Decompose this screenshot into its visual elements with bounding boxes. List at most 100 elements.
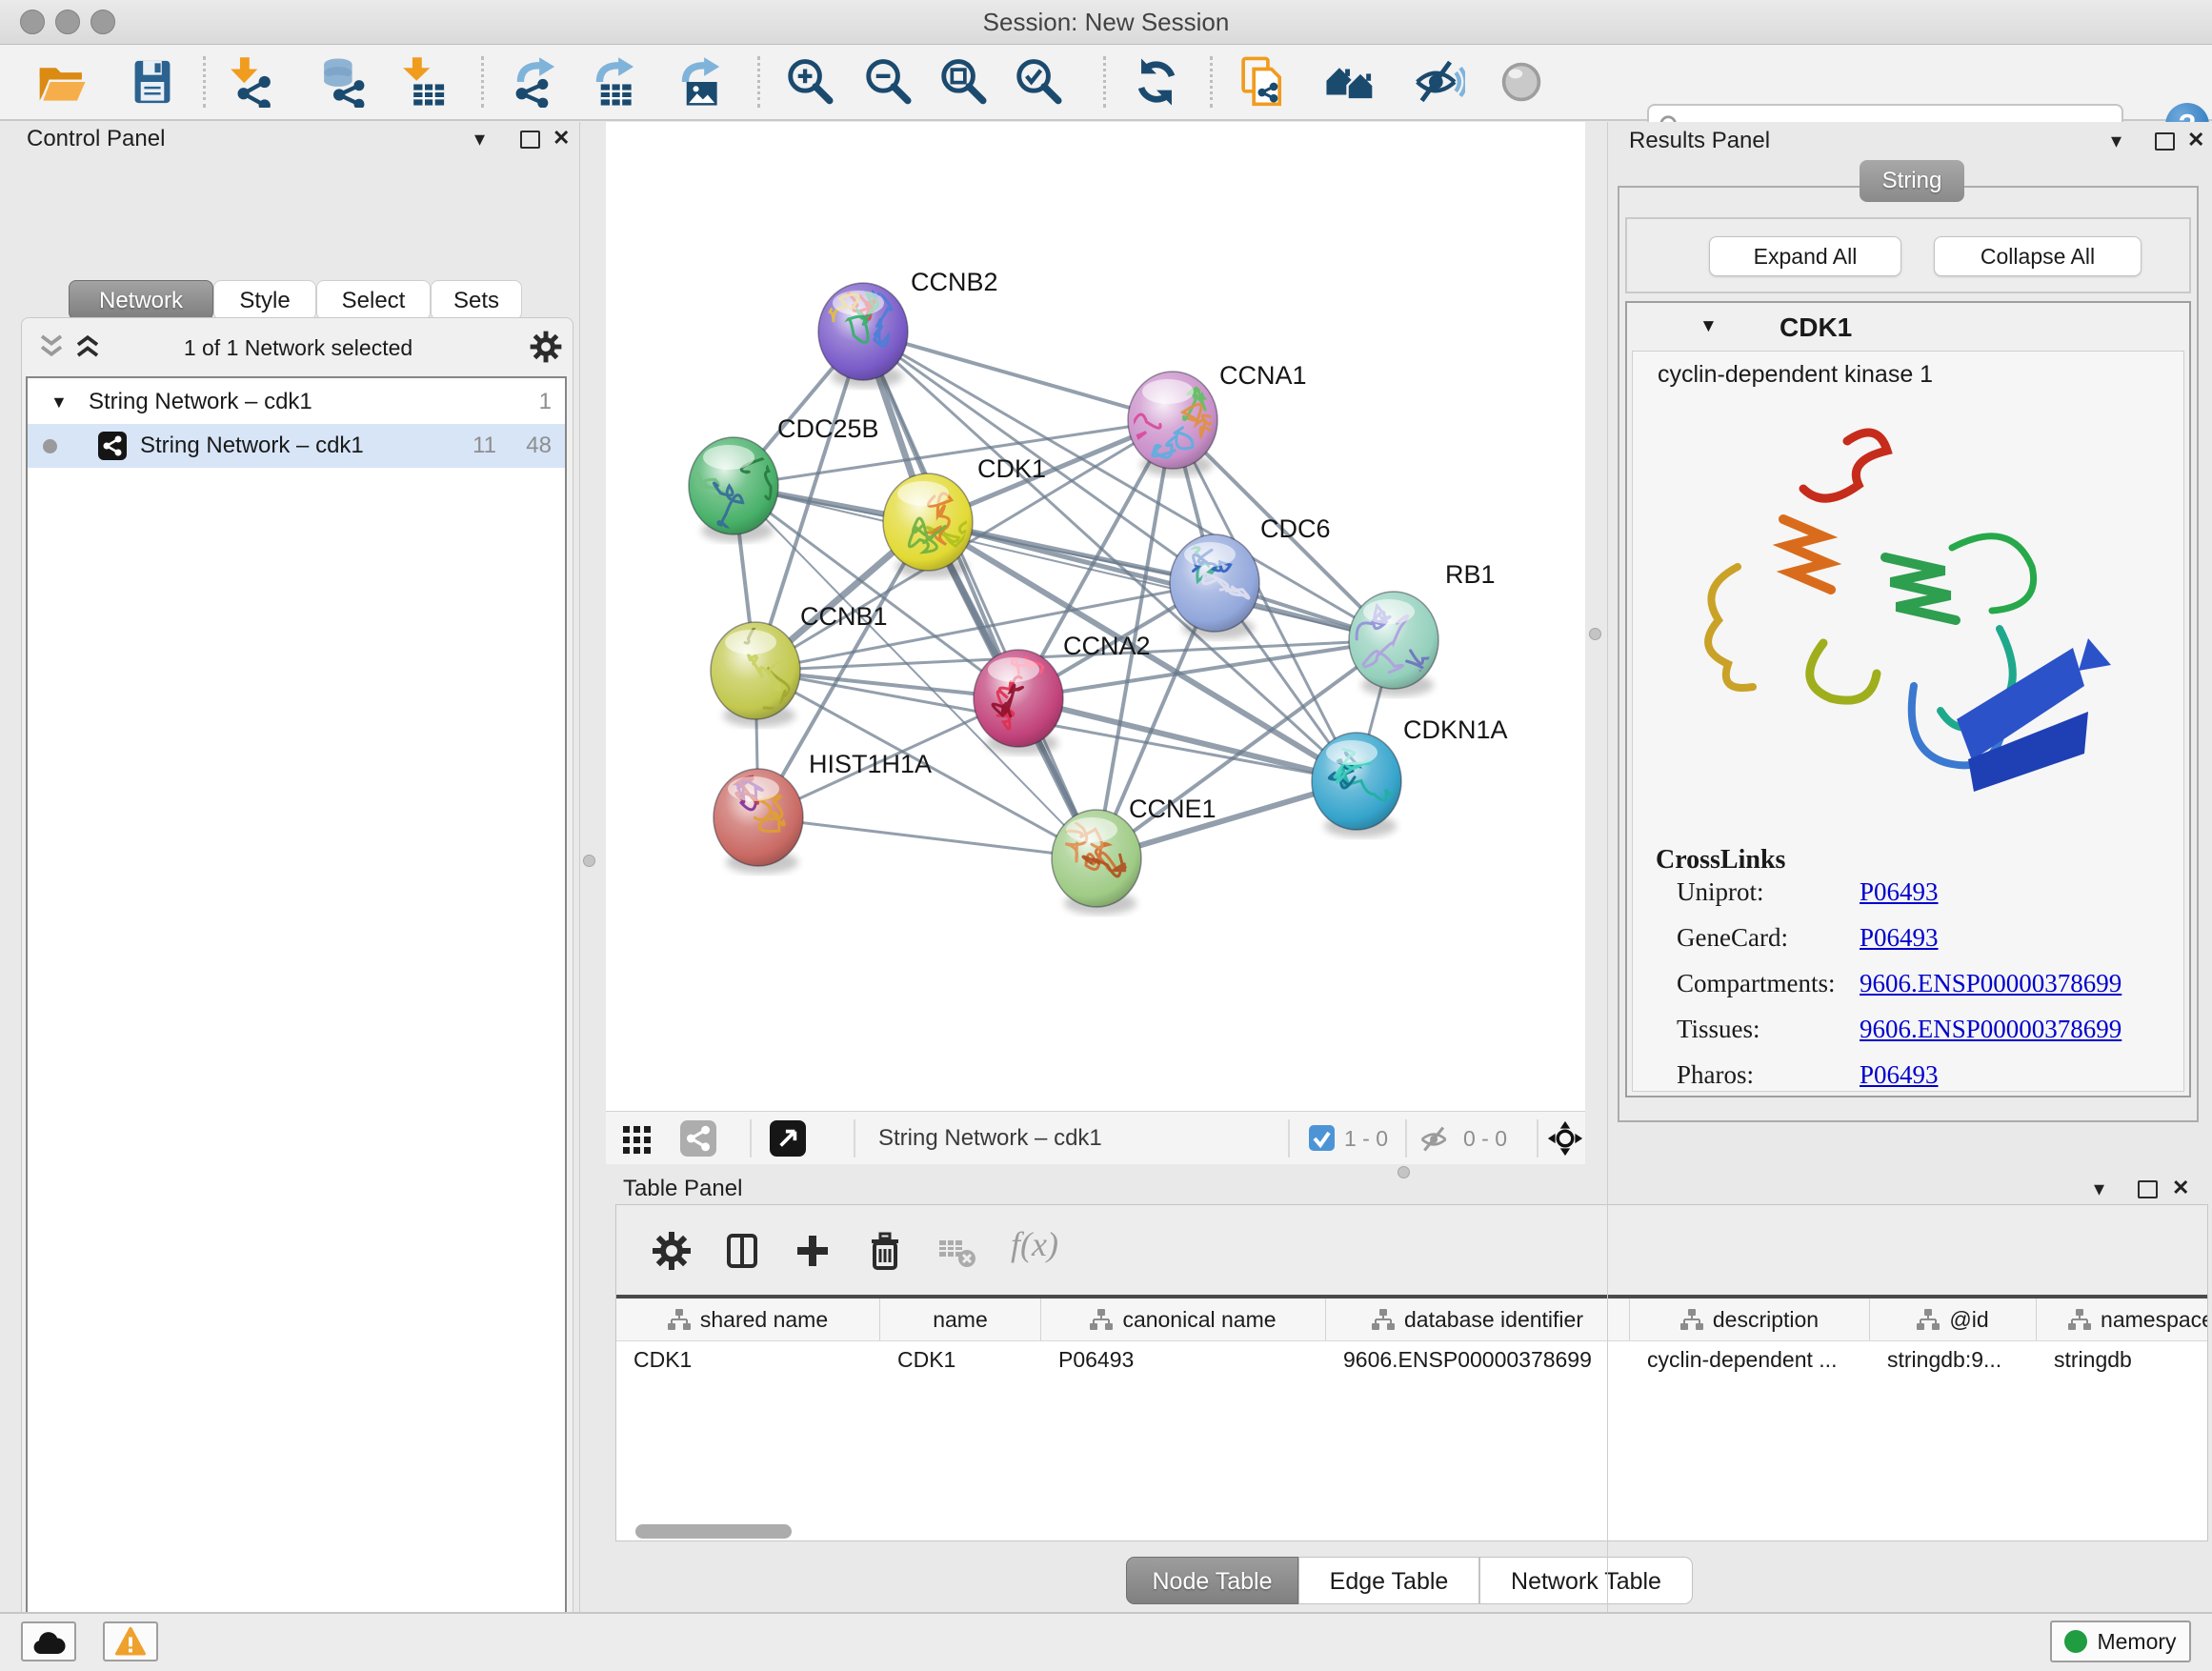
column-header-database-identifier[interactable]: database identifier [1326, 1299, 1630, 1340]
node-label-hist1h1a: HIST1H1A [809, 750, 932, 778]
crosslink-label: GeneCard: [1677, 923, 1788, 953]
table-gear-icon[interactable] [651, 1230, 696, 1276]
show-columns-icon[interactable] [721, 1230, 767, 1276]
tab-edge-table[interactable]: Edge Table [1298, 1557, 1479, 1604]
table-cell-name[interactable]: CDK1 [880, 1341, 1041, 1378]
network-node-cdkn1a[interactable]: CDKN1A [1312, 715, 1508, 837]
expand-all-button[interactable]: Expand All [1709, 236, 1901, 276]
shared-column-icon [1090, 1309, 1113, 1330]
table-cell-namespace[interactable]: stringdb [2037, 1341, 2207, 1378]
expand-all-chevron-icon[interactable] [73, 332, 102, 365]
tab-network-table[interactable]: Network Table [1479, 1557, 1693, 1604]
results-panel-float-icon[interactable] [2155, 132, 2175, 155]
table-cell-database-identifier[interactable]: 9606.ENSP00000378699 [1326, 1341, 1630, 1378]
selected-checkbox-icon[interactable] [1309, 1125, 1335, 1156]
network-edge-ccnb2-ccne1[interactable] [863, 332, 1096, 858]
toolbar-separator [203, 56, 206, 108]
results-panel-close-icon[interactable]: ✕ [2187, 128, 2204, 152]
column-header-namespace[interactable]: namespace [2037, 1299, 2207, 1340]
control-panel-menu-icon[interactable]: ▾ [474, 127, 485, 151]
window-title: Session: New Session [0, 0, 2212, 44]
column-header-description[interactable]: description [1630, 1299, 1870, 1340]
show-hide-graphics-eye-icon[interactable] [1414, 56, 1465, 108]
warnings-button[interactable] [103, 1621, 158, 1661]
node-table-header: shared name name canonical name database id… [616, 1299, 2207, 1341]
network-node-hist1h1a[interactable]: HIST1H1A [714, 750, 932, 874]
tab-style[interactable]: Style [213, 280, 316, 320]
crosslink-pharos-link[interactable]: P06493 [1860, 1060, 1939, 1090]
network-view-canvas[interactable]: CCNB2CCNA1CDC25BCDK1CDC6RB1CCNB1CCNA2CDK… [606, 122, 1585, 1111]
tree-expand-icon[interactable]: ▼ [50, 380, 68, 424]
export-table-icon[interactable] [587, 56, 638, 108]
network-row-selected[interactable]: String Network – cdk1 11 48 [28, 424, 565, 468]
column-header-name[interactable]: name [880, 1299, 1041, 1340]
tab-sets[interactable]: Sets [431, 280, 522, 320]
crosslink-genecard-link[interactable]: P06493 [1860, 923, 1939, 953]
table-panel-close-icon[interactable]: ✕ [2172, 1176, 2189, 1200]
zoom-selected-icon[interactable] [1013, 56, 1064, 108]
apply-layout-refresh-icon[interactable] [1131, 56, 1182, 108]
right-splitter-handle[interactable] [1589, 628, 1601, 640]
share-network-documents-icon[interactable] [1237, 56, 1289, 108]
node-table[interactable]: shared name name canonical name database id… [616, 1295, 2207, 1540]
birds-eye-view-icon[interactable] [1496, 56, 1547, 108]
save-session-icon[interactable] [127, 56, 178, 108]
open-in-new-window-icon[interactable] [770, 1120, 806, 1161]
control-panel-close-icon[interactable]: ✕ [553, 126, 570, 151]
table-panel-float-icon[interactable] [2138, 1180, 2158, 1203]
zoom-in-icon[interactable] [784, 56, 835, 108]
string-view-icon-disabled[interactable] [680, 1120, 716, 1161]
network-edge-ccnb2-ccna1[interactable] [863, 332, 1173, 420]
collapse-all-chevron-icon[interactable] [37, 332, 66, 365]
export-image-icon[interactable] [673, 56, 724, 108]
network-list-gear-icon[interactable] [529, 330, 563, 369]
results-panel-menu-icon[interactable]: ▾ [2111, 129, 2122, 153]
table-cell-shared-name[interactable]: CDK1 [616, 1341, 880, 1378]
import-network-from-database-icon[interactable] [318, 56, 370, 108]
control-panel-float-icon[interactable] [520, 131, 540, 153]
table-horizontal-scrollbar[interactable] [635, 1524, 792, 1539]
network-edge-count: 48 [526, 424, 552, 468]
tab-select[interactable]: Select [316, 280, 431, 320]
import-network-icon[interactable] [225, 56, 276, 108]
network-collection-row[interactable]: ▼ String Network – cdk1 1 [28, 380, 565, 424]
memory-button[interactable]: Memory [2050, 1621, 2191, 1662]
section-collapse-icon[interactable]: ▼ [1699, 316, 1718, 337]
table-cell--id[interactable]: stringdb:9... [1870, 1341, 2037, 1378]
tab-string[interactable]: String [1860, 160, 1964, 202]
column-header-canonical-name[interactable]: canonical name [1041, 1299, 1326, 1340]
column-label: canonical name [1122, 1307, 1276, 1333]
network-node-rb1[interactable]: RB1 [1349, 560, 1496, 696]
network-overview-homes-icon[interactable] [1324, 56, 1376, 108]
table-panel-menu-icon[interactable]: ▾ [2094, 1177, 2104, 1201]
zoom-out-icon[interactable] [862, 56, 914, 108]
toolbar-separator [1103, 56, 1106, 108]
collapse-all-button[interactable]: Collapse All [1934, 236, 2142, 276]
fit-selection-crosshair-icon[interactable] [1547, 1120, 1583, 1161]
column-header-shared-name[interactable]: shared name [616, 1299, 880, 1340]
crosslink-tissues-link[interactable]: 9606.ENSP00000378699 [1860, 1015, 2122, 1044]
bottom-splitter-handle[interactable] [1398, 1166, 1410, 1178]
tab-network[interactable]: Network [69, 280, 213, 320]
crosslink-compartments-link[interactable]: 9606.ENSP00000378699 [1860, 969, 2122, 998]
export-network-icon[interactable] [508, 56, 559, 108]
network-edge-hist1h1a-ccne1[interactable] [758, 817, 1096, 858]
cloud-button[interactable] [21, 1621, 76, 1661]
table-row[interactable]: CDK1CDK1P064939606.ENSP00000378699cyclin… [616, 1341, 2207, 1378]
grid-view-icon[interactable] [621, 1122, 654, 1159]
left-splitter-handle[interactable] [583, 855, 595, 867]
add-column-plus-icon[interactable] [792, 1230, 837, 1276]
table-cell-description[interactable]: cyclin-dependent ... [1630, 1341, 1870, 1378]
column-label: name [933, 1307, 988, 1333]
open-session-icon[interactable] [36, 56, 88, 108]
network-row-label: String Network – cdk1 [140, 424, 364, 468]
crosslink-uniprot-link[interactable]: P06493 [1860, 877, 1939, 907]
delete-column-trash-icon[interactable] [864, 1230, 910, 1276]
network-node-cdc25b[interactable]: CDC25B [689, 414, 879, 554]
tab-node-table[interactable]: Node Table [1126, 1557, 1298, 1604]
import-table-icon[interactable] [397, 56, 449, 108]
column-label: @id [1949, 1307, 1988, 1333]
table-cell-canonical-name[interactable]: P06493 [1041, 1341, 1326, 1378]
column-header--id[interactable]: @id [1870, 1299, 2037, 1340]
zoom-fit-icon[interactable] [937, 56, 989, 108]
